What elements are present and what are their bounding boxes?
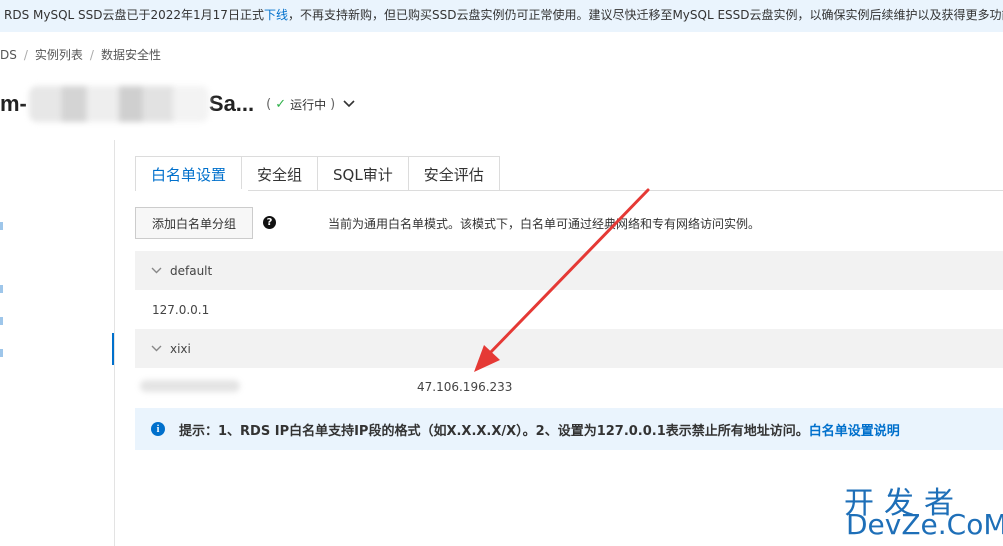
tip-text: 提示：1、RDS IP白名单支持IP段的格式（如X.X.X.X/X）。2、设置为… xyxy=(179,423,809,439)
tab-security-group[interactable]: 安全组 xyxy=(241,156,319,191)
watermark-en: DevZe.CoM xyxy=(846,508,1003,541)
whitelist-mode-text: 当前为通用白名单模式。该模式下，白名单可通过经典网络和专有网络访问实例。 xyxy=(328,217,761,231)
breadcrumb: DS / 实例列表 / 数据安全性 xyxy=(0,48,161,62)
notice-link[interactable]: 下线 xyxy=(264,8,288,22)
sidebar-divider xyxy=(114,140,115,546)
group-name: default xyxy=(170,263,213,278)
whitelist-help-link[interactable]: 白名单设置说明 xyxy=(809,420,900,439)
breadcrumb-current: 数据安全性 xyxy=(100,48,161,62)
whitelist-ip-row xyxy=(135,368,1003,407)
group-name: xixi xyxy=(170,341,191,356)
status-label: 运行中 xyxy=(290,97,327,112)
tab-underline xyxy=(135,190,1003,191)
ip-value: 127.0.0.1 xyxy=(152,302,210,317)
instance-title: m- Sa... ( ✓ 运行中 ) xyxy=(0,86,355,122)
notice-text-before: RDS MySQL SSD云盘已于2022年1月17日正式 xyxy=(4,8,264,22)
tip-banner: i 提示：1、RDS IP白名单支持IP段的格式（如X.X.X.X/X）。2、设… xyxy=(135,408,1003,450)
whitelist-group-xixi[interactable]: xixi xyxy=(135,329,1003,368)
chevron-down-icon xyxy=(151,342,162,355)
instance-name-suffix: Sa... xyxy=(208,91,255,116)
chevron-down-icon xyxy=(151,264,162,277)
redacted-mosaic xyxy=(140,380,240,392)
instance-status[interactable]: ( ✓ 运行中 ) xyxy=(266,96,355,113)
whitelist-group-default[interactable]: default xyxy=(135,251,1003,290)
instance-name-prefix: m- xyxy=(0,91,27,116)
notice-text-after: ，不再支持新购，但已购买SSD云盘实例仍可正常使用。建议尽快迁移至MySQL E… xyxy=(287,8,1003,22)
notice-bar: RDS MySQL SSD云盘已于2022年1月17日正式下线，不再支持新购，但… xyxy=(0,0,1003,32)
breadcrumb-root[interactable]: DS xyxy=(0,48,17,62)
whitelist-ip-row: 127.0.0.1 xyxy=(135,290,1003,329)
check-icon: ✓ xyxy=(275,96,287,112)
ip-value: 47.106.196.233 xyxy=(417,380,513,394)
chevron-down-icon xyxy=(343,98,355,111)
tab-whitelist[interactable]: 白名单设置 xyxy=(135,156,243,191)
watermark-logo: 开发者 DevZe.CoM xyxy=(844,478,1003,544)
tab-bar: 白名单设置 安全组 SQL审计 安全评估 xyxy=(135,156,500,191)
add-whitelist-group-button[interactable]: 添加白名单分组 xyxy=(135,207,253,239)
question-icon[interactable]: ? xyxy=(263,216,276,229)
info-icon: i xyxy=(151,422,165,436)
redacted-mosaic xyxy=(28,86,209,122)
tab-sql-audit[interactable]: SQL审计 xyxy=(317,156,409,191)
tab-security-assessment[interactable]: 安全评估 xyxy=(407,156,500,191)
breadcrumb-instances[interactable]: 实例列表 xyxy=(35,48,83,62)
